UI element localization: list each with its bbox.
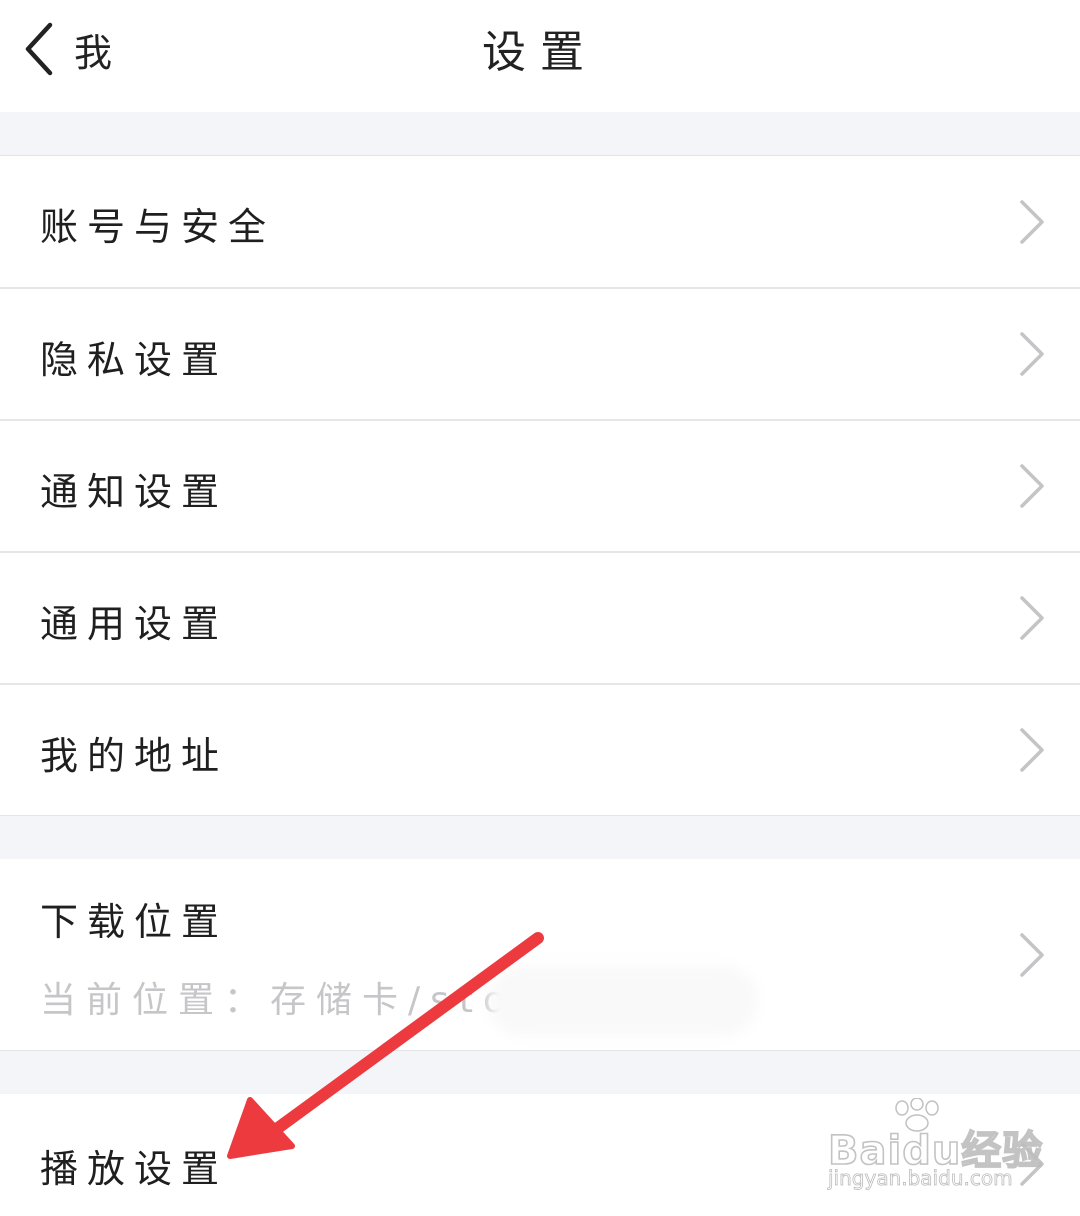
settings-item-account-security[interactable]: 账号与安全 <box>0 156 1080 289</box>
settings-item-label: 下载位置 <box>40 900 229 944</box>
settings-item-privacy[interactable]: 隐私设置 <box>0 289 1080 421</box>
settings-item-notifications[interactable]: 通知设置 <box>0 421 1080 553</box>
settings-item-my-address[interactable]: 我的地址 <box>0 685 1080 814</box>
settings-item-label: 播放设置 <box>40 1147 229 1191</box>
settings-item-label: 账号与安全 <box>40 205 276 249</box>
section-gap <box>0 1050 1080 1095</box>
settings-page: 我 设置 账号与安全 隐私设置 通知设置 通用设置 我的地址 下载位置 当前位置… <box>0 0 1080 1216</box>
redaction-blur <box>488 966 758 1036</box>
chevron-right-icon <box>1020 933 1044 977</box>
navigation-bar: 我 设置 <box>0 0 1080 112</box>
chevron-right-icon <box>1020 596 1044 640</box>
settings-item-label: 我的地址 <box>40 734 229 778</box>
chevron-right-icon <box>1020 1142 1044 1186</box>
settings-item-label: 通知设置 <box>40 470 229 514</box>
page-title: 设置 <box>482 27 598 78</box>
chevron-right-icon <box>1020 464 1044 508</box>
section-gap <box>0 112 1080 156</box>
chevron-right-icon <box>1020 728 1044 772</box>
section-gap <box>0 815 1080 860</box>
settings-item-label: 通用设置 <box>40 602 229 646</box>
chevron-right-icon <box>1020 332 1044 376</box>
settings-item-playback[interactable]: 播放设置 <box>0 1094 1080 1216</box>
settings-item-general[interactable]: 通用设置 <box>0 553 1080 685</box>
settings-item-label: 隐私设置 <box>40 338 229 382</box>
chevron-right-icon <box>1020 200 1044 244</box>
